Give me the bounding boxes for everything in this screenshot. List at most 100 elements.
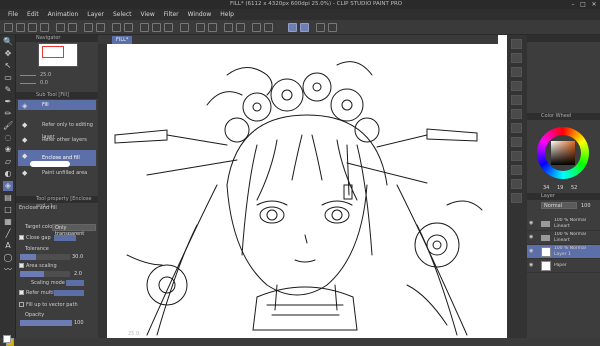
close-button[interactable]: ✕: [590, 1, 598, 8]
area-scaling-value[interactable]: 2.0: [74, 271, 82, 277]
color-history-icon[interactable]: [511, 165, 522, 175]
blend-tool-icon[interactable]: ◐: [3, 169, 13, 179]
fill-mode-icon[interactable]: [288, 23, 297, 32]
layer-row[interactable]: ◉ Paper: [527, 259, 600, 273]
sub-tool-item-paint-unfilled[interactable]: ◆ Paint unfilled area: [18, 161, 96, 179]
status-zoom[interactable]: 25.0: [128, 331, 139, 337]
text-icon[interactable]: [224, 23, 233, 32]
saturation-value[interactable]: 19: [557, 185, 563, 191]
saturation-value-square[interactable]: [551, 141, 575, 165]
color-wheel[interactable]: [537, 127, 589, 179]
scaling-mode-options[interactable]: [66, 280, 84, 286]
history-icon[interactable]: [511, 123, 522, 133]
move-tool-icon[interactable]: ✥: [3, 49, 13, 59]
redo-icon[interactable]: [68, 23, 77, 32]
menu-view[interactable]: View: [141, 11, 155, 18]
close-gap-checkbox[interactable]: [19, 235, 24, 240]
layer-search-icon[interactable]: [511, 95, 522, 105]
pen-mode-icon[interactable]: [300, 23, 309, 32]
transform-icon[interactable]: [96, 23, 105, 32]
lineart-illustration[interactable]: [107, 35, 507, 338]
airbrush-tool-icon[interactable]: ◌: [3, 133, 13, 143]
color-slider-icon[interactable]: [511, 151, 522, 161]
fill-tool-icon[interactable]: ◈: [3, 181, 13, 191]
invert-selection-icon[interactable]: [124, 23, 133, 32]
sub-tool-item-refer-other[interactable]: ◆ Refer other layers: [18, 134, 96, 146]
eraser-tool-icon[interactable]: ▱: [3, 157, 13, 167]
eye-icon[interactable]: ◉: [529, 249, 534, 254]
zoom-tool-icon[interactable]: 🔍: [3, 37, 13, 47]
close-gap-options[interactable]: [54, 235, 76, 241]
canvas[interactable]: [107, 35, 507, 338]
maximize-button[interactable]: □: [579, 1, 587, 8]
decoration-tool-icon[interactable]: ❀: [3, 145, 13, 155]
brightness-value[interactable]: 52: [571, 185, 577, 191]
navigator-zoom-row[interactable]: 25.0: [20, 72, 94, 78]
fill-vector-row[interactable]: Fill up to vector path: [19, 301, 97, 310]
angle-slider-track[interactable]: [20, 83, 36, 84]
deselect-icon[interactable]: [112, 23, 121, 32]
home-icon[interactable]: [4, 23, 13, 32]
circle-select-icon[interactable]: [208, 23, 217, 32]
minimize-button[interactable]: –: [569, 1, 577, 8]
snap-grid-icon[interactable]: [152, 23, 161, 32]
fill-vector-checkbox[interactable]: [19, 302, 24, 307]
clear-icon[interactable]: [84, 23, 93, 32]
menu-layer[interactable]: Layer: [87, 11, 104, 18]
layer-row-selected[interactable]: ◉ 100 % Normal Layer 1: [527, 245, 600, 259]
intermediate-color-icon[interactable]: [511, 179, 522, 189]
menu-edit[interactable]: Edit: [27, 11, 39, 18]
menu-help[interactable]: Help: [220, 11, 234, 18]
balloon-tool-icon[interactable]: ◯: [3, 253, 13, 263]
layer-row[interactable]: ◉ 100 % Normal Lineart: [527, 217, 600, 231]
color-set-icon[interactable]: [511, 137, 522, 147]
frame-tool-icon[interactable]: ▦: [3, 217, 13, 227]
eye-icon[interactable]: ◉: [529, 263, 534, 268]
eye-icon[interactable]: ◉: [529, 235, 534, 240]
stabilizer-icon[interactable]: [316, 23, 325, 32]
eyedropper-icon[interactable]: [252, 23, 261, 32]
open-file-icon[interactable]: [28, 23, 37, 32]
ruler-tool-icon[interactable]: ╱: [3, 229, 13, 239]
correct-line-tool-icon[interactable]: 〰: [3, 265, 13, 275]
new-file-icon[interactable]: [16, 23, 25, 32]
menu-filter[interactable]: Filter: [164, 11, 179, 18]
eyedropper-tool-icon[interactable]: ✎: [3, 85, 13, 95]
zoom-slider-track[interactable]: [20, 75, 36, 76]
opacity-value[interactable]: 100: [74, 320, 84, 326]
save-icon[interactable]: [40, 23, 49, 32]
brush-tool-icon[interactable]: 🖌: [3, 121, 13, 131]
menu-window[interactable]: Window: [188, 11, 212, 18]
navigator-angle-row[interactable]: 0.0: [20, 80, 94, 86]
document-tab[interactable]: FILL*: [112, 36, 133, 44]
menu-animation[interactable]: Animation: [48, 11, 79, 18]
figure-tool-icon[interactable]: □: [3, 205, 13, 215]
balloon-icon[interactable]: [236, 23, 245, 32]
ruler-icon[interactable]: [180, 23, 189, 32]
pen-tool-icon[interactable]: ✒: [3, 97, 13, 107]
auto-action-icon[interactable]: [511, 53, 522, 63]
opacity-slider[interactable]: [20, 320, 72, 326]
tolerance-value[interactable]: 30.0: [72, 254, 83, 260]
text-tool-icon[interactable]: A: [3, 241, 13, 251]
menu-file[interactable]: File: [8, 11, 18, 18]
selection-tool-icon[interactable]: ▭: [3, 73, 13, 83]
reference-icon[interactable]: [328, 23, 337, 32]
material-icon[interactable]: [511, 39, 522, 49]
layer-opacity-value[interactable]: 100: [581, 203, 591, 209]
hue-value[interactable]: 34: [543, 185, 549, 191]
navigator-viewport-frame[interactable]: [42, 46, 64, 58]
approximate-color-icon[interactable]: [511, 193, 522, 203]
eye-icon[interactable]: ◉: [529, 221, 534, 226]
sub-tool-group-fill[interactable]: ◈ Fill: [18, 100, 96, 110]
refer-multiple-options[interactable]: [54, 290, 84, 296]
lasso-icon[interactable]: [196, 23, 205, 32]
undo-icon[interactable]: [56, 23, 65, 32]
layer-row[interactable]: ◉ 100 % Normal Lineart: [527, 231, 600, 245]
menu-select[interactable]: Select: [113, 11, 132, 18]
sub-tool-item-refer-editing[interactable]: ◆ Refer only to editing layer: [18, 119, 96, 140]
refer-multiple-checkbox[interactable]: [19, 290, 24, 295]
gradient-tool-icon[interactable]: ▤: [3, 193, 13, 203]
timeline-icon[interactable]: [511, 81, 522, 91]
snap-special-icon[interactable]: [164, 23, 173, 32]
